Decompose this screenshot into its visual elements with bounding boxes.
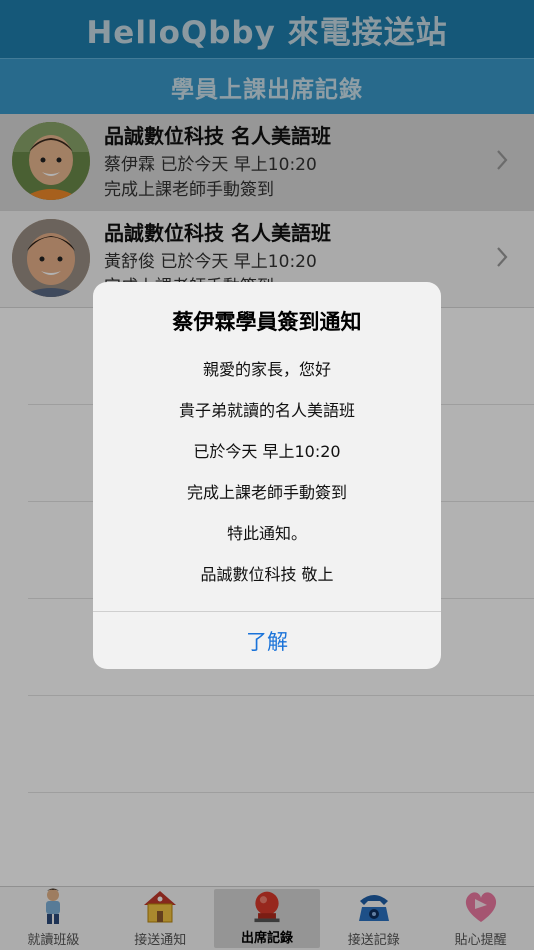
alert-title: 蔡伊霖學員簽到通知 <box>172 310 362 334</box>
alert-message-line: 親愛的家長，您好 <box>202 360 331 379</box>
alert-message-line: 特此通知。 <box>226 524 307 543</box>
alert-ok-button[interactable]: 了解 <box>93 612 441 669</box>
alert-message: 親愛的家長，您好 貴子弟就讀的名人美語班 已於今天 早上10:20 完成上課老師… <box>93 360 441 606</box>
alert-message-line: 品誠數位科技 敬上 <box>200 565 334 584</box>
alert-message-line: 貴子弟就讀的名人美語班 <box>178 401 355 420</box>
checkin-alert-dialog: 蔡伊霖學員簽到通知 親愛的家長，您好 貴子弟就讀的名人美語班 已於今天 早上10… <box>93 282 441 669</box>
alert-message-line: 完成上課老師手動簽到 <box>186 483 347 502</box>
alert-message-line: 已於今天 早上10:20 <box>193 442 341 461</box>
